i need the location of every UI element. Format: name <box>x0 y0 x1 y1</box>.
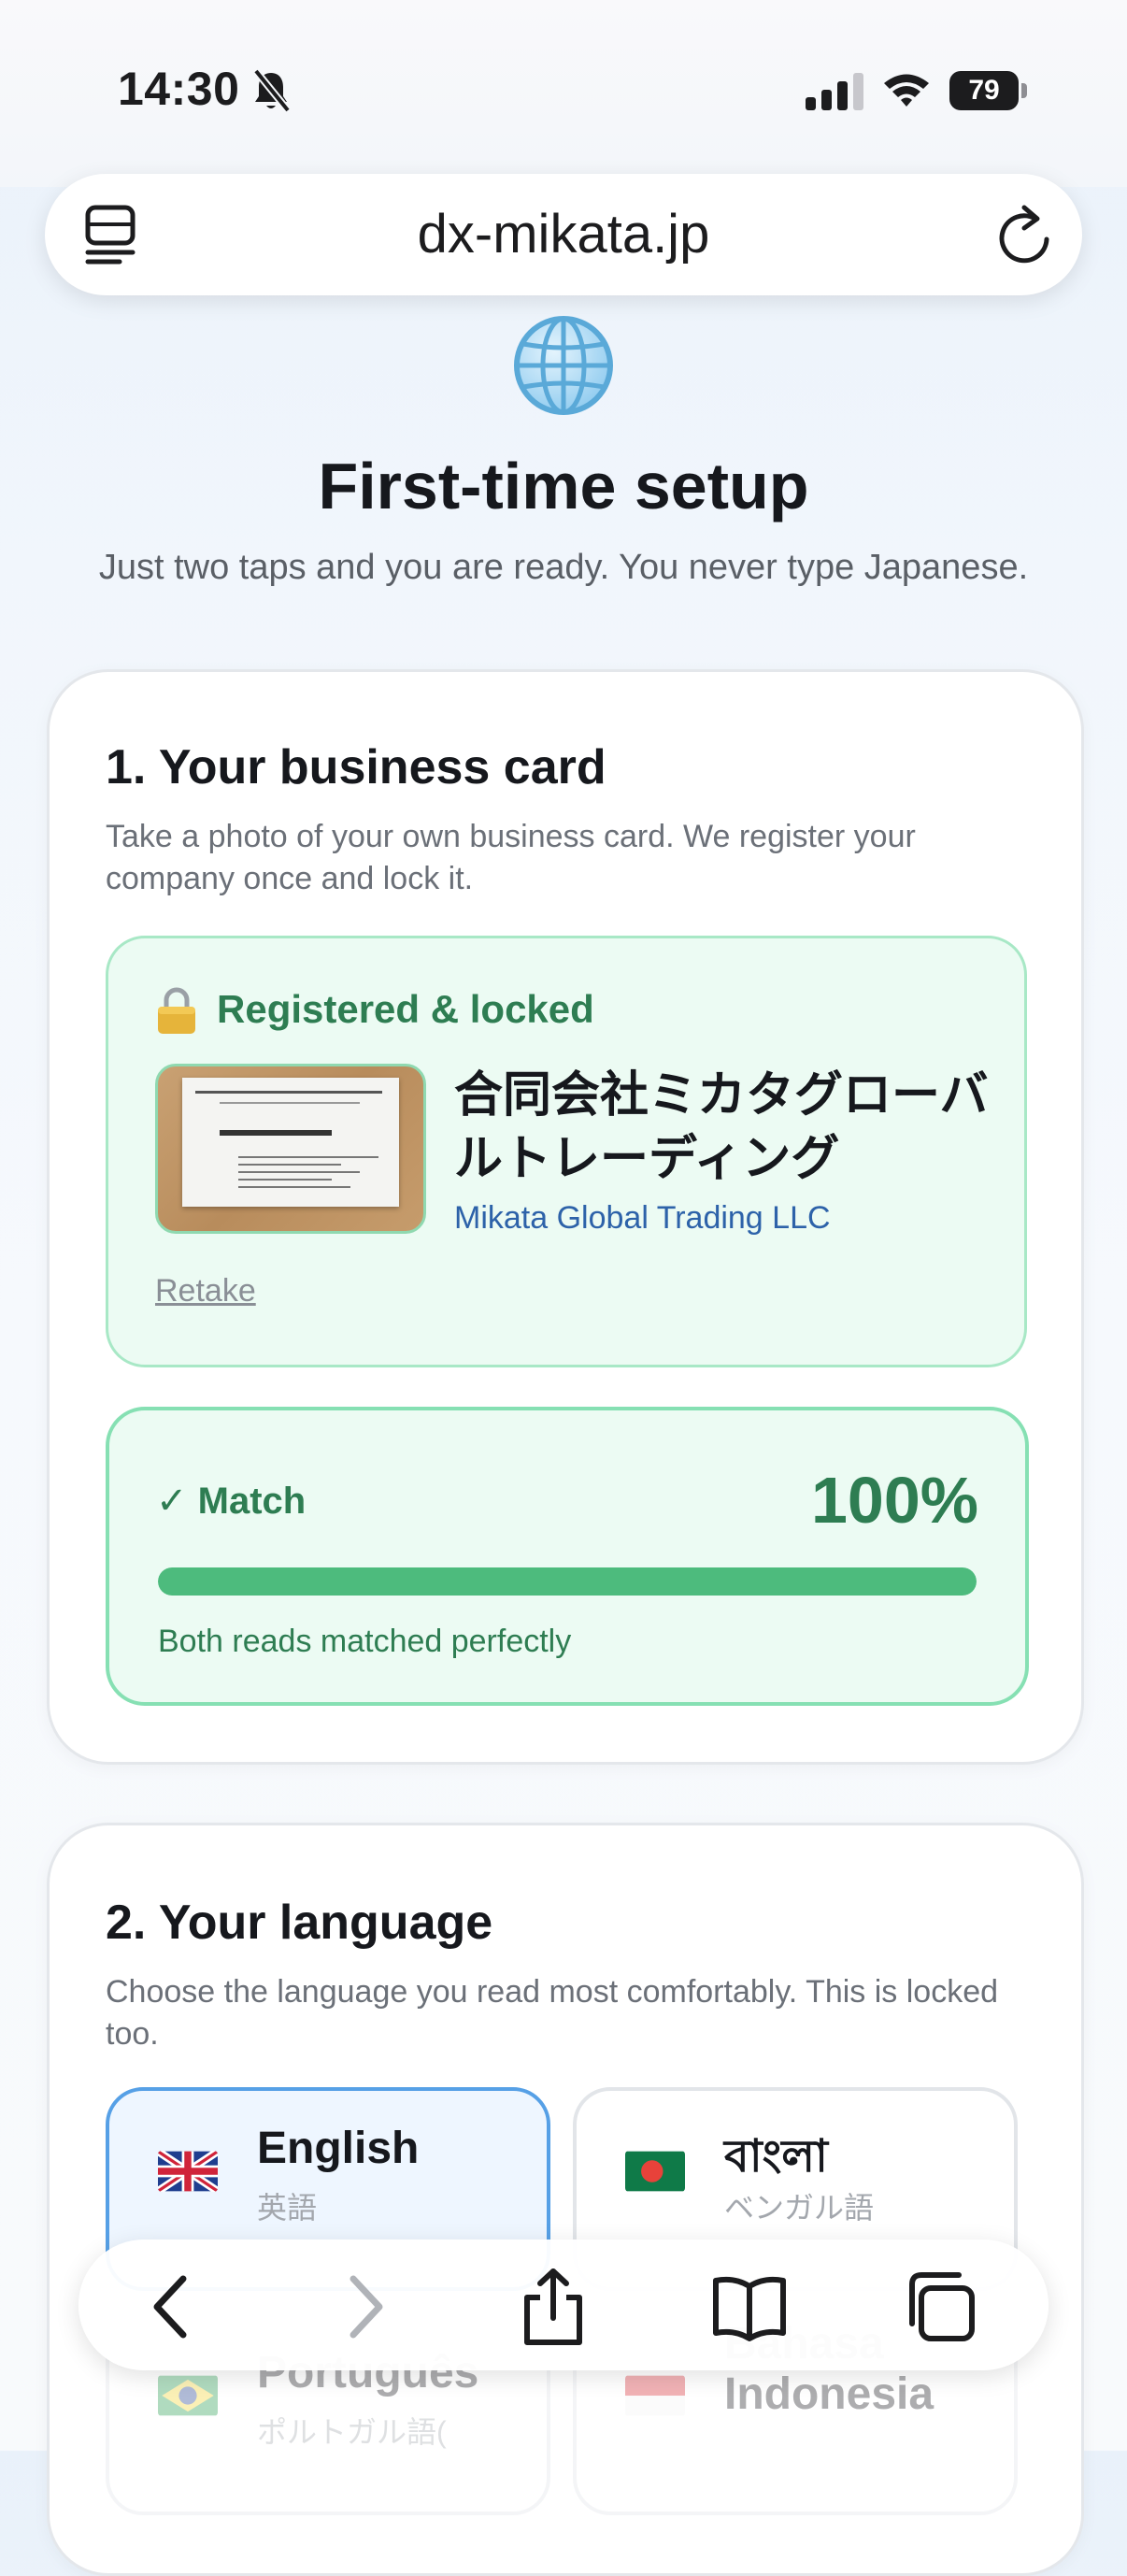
language-name: English <box>257 2124 420 2173</box>
status-time: 14:30 <box>118 63 240 115</box>
globe-icon <box>514 316 613 415</box>
business-card-section: 1. Your business card Take a photo of yo… <box>47 669 1084 1765</box>
retake-link[interactable]: Retake <box>155 1273 256 1309</box>
share-icon[interactable] <box>514 2268 592 2346</box>
match-progress-fill <box>158 1567 977 1596</box>
card-photo-line <box>238 1164 341 1166</box>
company-name-english: Mikata Global Trading LLC <box>454 1200 831 1236</box>
status-bar: 14:30 79 <box>0 0 1127 187</box>
match-percentage: 100% <box>810 1464 978 1537</box>
back-icon[interactable] <box>135 2268 213 2346</box>
card-photo-paper <box>182 1078 399 1207</box>
card-photo-line <box>238 1186 350 1188</box>
indonesia-flag-icon <box>625 2375 685 2416</box>
reload-icon[interactable] <box>992 202 1054 267</box>
business-card-photo[interactable] <box>155 1064 426 1234</box>
uk-flag-icon <box>158 2151 218 2192</box>
section-title: 2. Your language <box>106 1896 493 1950</box>
cellular-signal-icon <box>806 73 863 110</box>
registered-status: Registered & locked <box>217 987 594 1031</box>
brazil-flag-icon <box>158 2375 218 2416</box>
card-photo-line <box>220 1130 332 1136</box>
language-local-name: 英語 <box>257 2191 318 2225</box>
card-photo-line <box>238 1156 378 1158</box>
section-title: 1. Your business card <box>106 740 606 794</box>
language-local-name: ポルトガル語( <box>257 2415 447 2449</box>
match-result-box: ✓ Match 100% Both reads matched perfectl… <box>106 1407 1029 1706</box>
company-name-japanese: 合同会社ミカタグローバルトレーディング <box>454 1068 989 1186</box>
tabs-icon[interactable] <box>901 2268 979 2346</box>
section-description: Choose the language you read most comfor… <box>106 1974 999 2052</box>
battery-level: 79 <box>949 71 1019 110</box>
match-label: ✓ Match <box>156 1481 307 1522</box>
bangladesh-flag-icon <box>625 2151 685 2192</box>
url-text[interactable]: dx-mikata.jp <box>45 174 1082 295</box>
match-note: Both reads matched perfectly <box>158 1624 572 1659</box>
page-title: First-time setup <box>318 450 809 522</box>
silent-bell-icon <box>252 68 292 113</box>
wifi-icon <box>884 74 929 107</box>
registered-company-box: Registered & locked 合同会社ミカタグローバルトレーディング … <box>106 936 1027 1367</box>
battery-tip <box>1021 83 1027 98</box>
battery-indicator: 79 <box>949 71 1028 110</box>
bookmarks-icon[interactable] <box>710 2268 789 2346</box>
card-photo-line <box>220 1102 360 1104</box>
address-bar[interactable]: dx-mikata.jp <box>45 174 1082 295</box>
section-description: Take a photo of your own business card. … <box>106 819 916 896</box>
lock-icon <box>158 987 195 1034</box>
card-photo-line <box>238 1171 360 1173</box>
card-photo-line <box>238 1179 332 1181</box>
match-progress-track <box>158 1567 977 1596</box>
card-photo-line <box>195 1091 382 1094</box>
page-subtitle: Just two taps and you are ready. You nev… <box>98 548 1029 587</box>
browser-toolbar <box>78 2240 1049 2370</box>
page-menu-icon[interactable] <box>82 204 144 265</box>
forward-icon[interactable] <box>323 2268 402 2346</box>
language-section: 2. Your language Choose the language you… <box>47 1823 1084 2576</box>
language-local-name: ベンガル語 <box>724 2191 875 2225</box>
